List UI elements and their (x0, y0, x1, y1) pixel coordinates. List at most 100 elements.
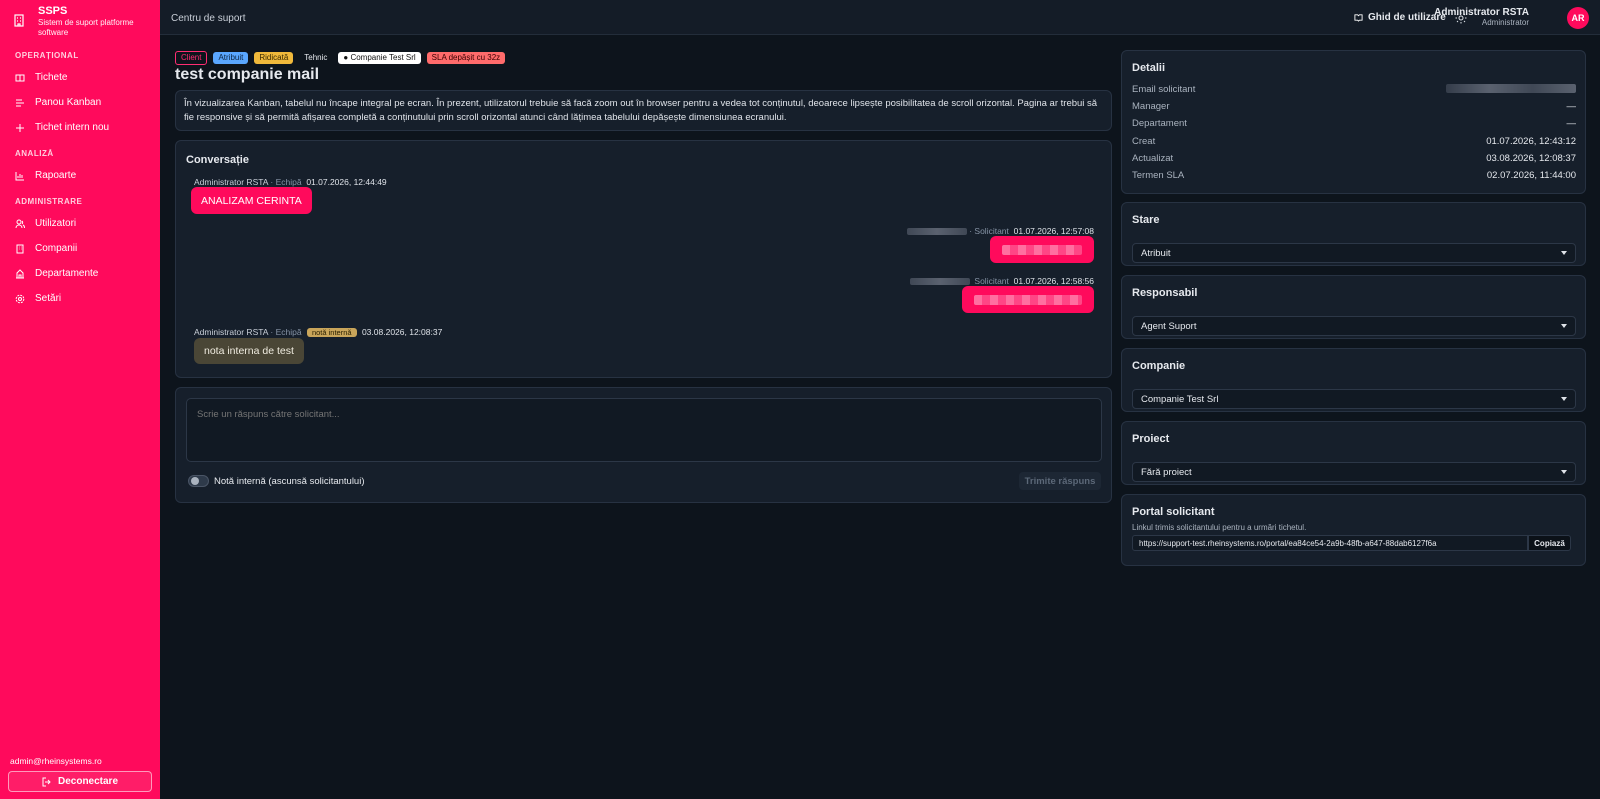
company-badge: ● Companie Test Srl (338, 52, 421, 64)
message-time: 03.08.2026, 12:08:37 (361, 327, 443, 337)
message-role: Solicitant (974, 276, 1009, 286)
avatar[interactable]: AR (1567, 7, 1589, 29)
brand-subtitle: Sistem de suport platforme software (38, 18, 134, 37)
detail-value: 01.07.2026, 12:43:12 (1486, 136, 1576, 147)
detail-label: Departament (1132, 118, 1187, 129)
sidebar-item-users[interactable]: Utilizatori (15, 218, 76, 229)
logout-label: Deconectare (57, 776, 119, 787)
detail-row-created: Creat 01.07.2026, 12:43:12 (1132, 136, 1576, 147)
status-select-value: Atribuit (1141, 247, 1171, 259)
sidebar-item-label: Panou Kanban (35, 97, 102, 108)
internal-note-toggle[interactable] (188, 475, 209, 487)
sidebar-item-reports[interactable]: Rapoarte (15, 170, 76, 181)
assignee-select-value: Agent Suport (1141, 320, 1197, 332)
priority-badge: Ridicată (254, 52, 294, 64)
message-author: Administrator RSTA (194, 327, 269, 337)
details-panel: Detalii Email solicitant Manager — Depar… (1121, 50, 1586, 194)
chevron-down-icon (1561, 397, 1567, 401)
topbar: Centru de suport Ghid de utilizare Admin… (160, 0, 1600, 35)
brand: SSPS Sistem de suport platforme software (12, 5, 138, 38)
message-meta: · Solicitant 01.07.2026, 12:57:08 (906, 226, 1094, 236)
copy-link-button[interactable]: Copiază (1528, 535, 1571, 551)
project-panel: Proiect Fără proiect (1121, 421, 1586, 485)
detail-value: 02.07.2026, 11:44:00 (1486, 170, 1576, 181)
nav-section-admin: ADMINISTRARE (15, 197, 83, 206)
sidebar-item-settings[interactable]: Setări (15, 293, 61, 304)
users-icon (15, 219, 25, 228)
sidebar-item-tickets[interactable]: Tichete (15, 72, 67, 83)
chart-icon (15, 171, 24, 180)
portal-url-field[interactable]: https://support-test.rheinsystems.ro/por… (1132, 535, 1528, 551)
redacted-name (909, 278, 970, 286)
portal-panel: Portal solicitant Linkul trimis solicita… (1121, 494, 1586, 566)
assignee-title: Responsabil (1132, 287, 1198, 299)
department-icon (16, 268, 24, 278)
user-role: Administrator (1481, 18, 1529, 27)
detail-row-email: Email solicitant (1132, 84, 1576, 95)
assignee-select[interactable]: Agent Suport (1132, 316, 1576, 336)
plus-icon (16, 123, 24, 132)
redacted-name (906, 228, 967, 236)
sidebar-item-companies[interactable]: Companii (15, 243, 77, 254)
project-title: Proiect (1132, 433, 1170, 445)
message-time: 01.07.2026, 12:44:49 (306, 177, 387, 187)
redacted-email (1446, 84, 1576, 93)
message-role: · Echipă (270, 177, 302, 187)
category-badge: Tehnic (304, 53, 328, 62)
nav-section-operational: OPERAȚIONAL (15, 51, 79, 60)
redacted-message (1002, 244, 1082, 255)
ticket-tags: Client Atribuit Ridicată Tehnic ● Compan… (175, 51, 506, 65)
user-guide-link[interactable]: Ghid de utilizare (1354, 12, 1446, 23)
message-bubble (962, 286, 1094, 313)
message-meta: Administrator RSTA · Echipă notă internă… (194, 327, 442, 337)
assignee-panel: Responsabil Agent Suport (1121, 275, 1586, 339)
ticket-icon (15, 74, 25, 81)
sidebar-item-kanban[interactable]: Panou Kanban (15, 97, 101, 108)
sidebar-item-label: Utilizatori (35, 218, 77, 229)
project-select[interactable]: Fără proiect (1132, 462, 1576, 482)
conversation-panel: Conversație Administrator RSTA · Echipă … (175, 140, 1112, 378)
chevron-down-icon (1561, 470, 1567, 474)
message-bubble-internal: nota interna de test (194, 338, 304, 364)
chevron-down-icon (1561, 324, 1567, 328)
kanban-icon (16, 99, 24, 106)
message-role: · Solicitant (969, 226, 1009, 236)
user-name: Administrator RSTA (1434, 7, 1529, 18)
detail-value: 03.08.2026, 12:08:37 (1486, 153, 1576, 164)
message-time: 01.07.2026, 12:57:08 (1013, 226, 1094, 236)
sidebar-item-label: Tichet intern nou (35, 122, 110, 133)
logout-icon (42, 777, 51, 786)
detail-row-updated: Actualizat 03.08.2026, 12:08:37 (1132, 153, 1576, 164)
company-select[interactable]: Companie Test Srl (1132, 389, 1576, 409)
sidebar-item-label: Rapoarte (35, 170, 77, 181)
reply-panel: Notă internă (ascunsă solicitantului) Tr… (175, 387, 1112, 503)
details-title: Detalii (1132, 62, 1166, 74)
ticket-title: test companie mail (175, 66, 320, 83)
detail-row-sla: Termen SLA 02.07.2026, 11:44:00 (1132, 170, 1576, 181)
sidebar-item-label: Departamente (35, 268, 99, 279)
brand-title: SSPS (38, 5, 68, 17)
sidebar-item-departments[interactable]: Departamente (15, 268, 98, 279)
message-author: Administrator RSTA (194, 177, 269, 187)
send-reply-button[interactable]: Trimite răspuns (1019, 472, 1101, 490)
message-role: · Echipă (270, 327, 302, 337)
detail-row-manager: Manager — (1132, 101, 1576, 112)
company-title: Companie (1132, 360, 1186, 372)
company-panel: Companie Companie Test Srl (1121, 348, 1586, 412)
page-title: Centru de suport (171, 13, 246, 24)
message-time: 01.07.2026, 12:58:56 (1013, 276, 1094, 286)
detail-value: — (1566, 101, 1577, 112)
logout-button[interactable]: Deconectare (8, 771, 152, 792)
detail-row-department: Departament — (1132, 118, 1576, 129)
chevron-down-icon (1561, 251, 1567, 255)
detail-label: Termen SLA (1132, 170, 1185, 181)
sidebar-item-label: Tichete (35, 72, 68, 83)
detail-label: Actualizat (1132, 153, 1174, 164)
sidebar-item-new-ticket[interactable]: Tichet intern nou (15, 122, 109, 133)
building-icon (16, 244, 24, 253)
sla-badge: SLA depășit cu 32z (426, 52, 506, 64)
status-panel: Stare Atribuit (1121, 202, 1586, 266)
message-bubble (990, 236, 1094, 263)
reply-input[interactable] (186, 398, 1102, 462)
status-select[interactable]: Atribuit (1132, 243, 1576, 263)
